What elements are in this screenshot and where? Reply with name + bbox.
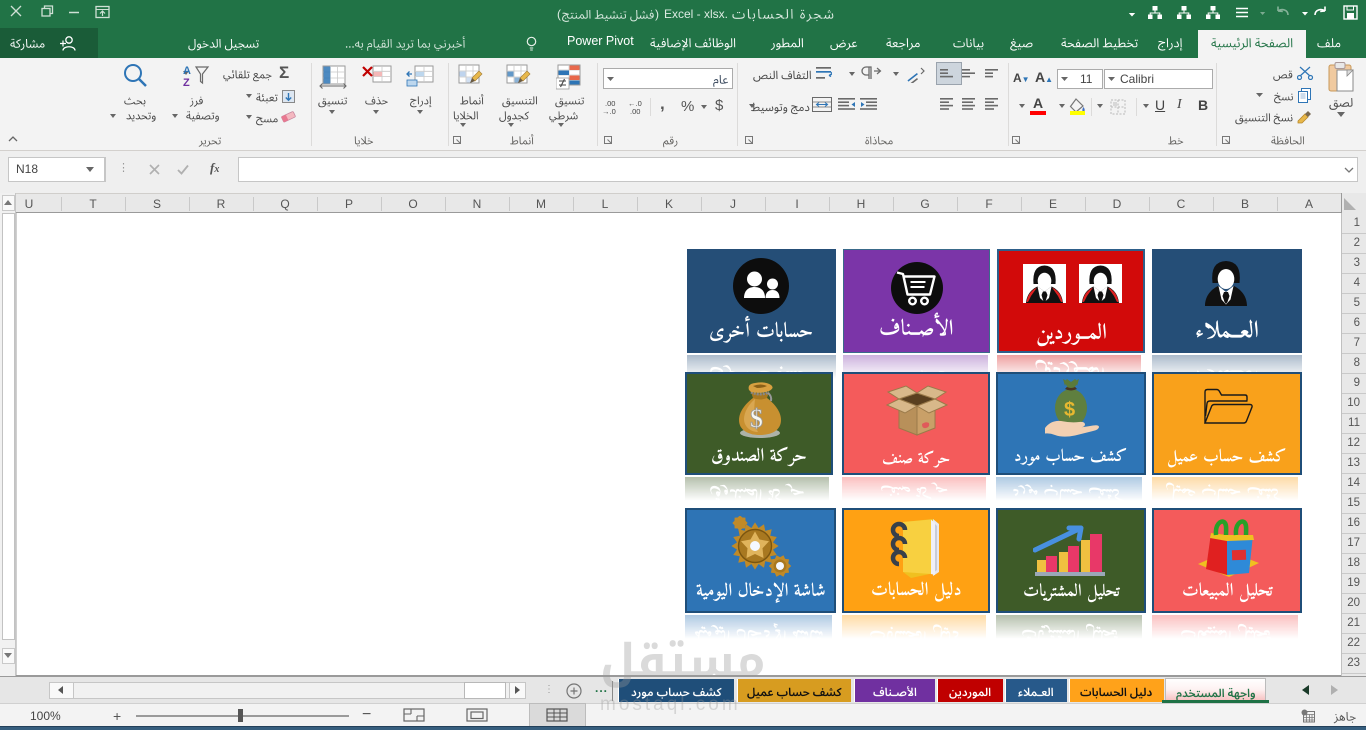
- svg-text:.00: .00: [630, 107, 640, 115]
- svg-text:Z: Z: [183, 77, 190, 89]
- svg-text:→.0: →.0: [602, 107, 616, 115]
- svg-text:A: A: [183, 65, 191, 77]
- svg-text:$: $: [1064, 399, 1075, 421]
- svg-text:$: $: [750, 404, 763, 433]
